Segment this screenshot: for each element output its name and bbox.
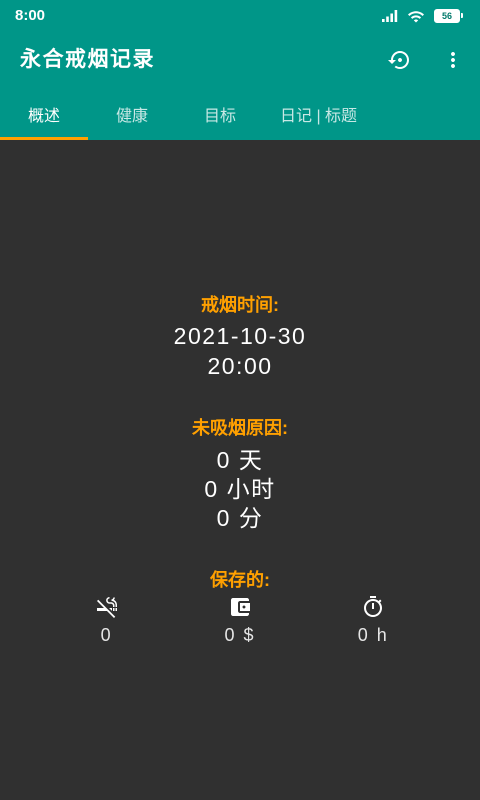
tab-label: 概述 (27, 108, 60, 125)
saved-time-value: 0 h (357, 625, 389, 645)
tab-diary[interactable]: 日记 | 标题 (264, 88, 373, 140)
status-time: 8:00 (15, 7, 46, 24)
more-options-button[interactable] (429, 36, 477, 84)
battery-icon: 56 (434, 9, 463, 23)
restore-button[interactable] (376, 36, 424, 84)
smoke-free-icon (96, 597, 117, 618)
tab-health[interactable]: 健康 (88, 88, 176, 140)
smoke-free-hours: 0 小时 (204, 476, 276, 502)
smoke-free-minutes: 0 分 (216, 505, 264, 531)
app-title: 永合戒烟记录 (20, 48, 155, 71)
tab-goals[interactable]: 目标 (176, 88, 264, 140)
tab-bar: 概述 健康 目标 日记 | 标题 (0, 88, 480, 140)
saved-time: 0 h (307, 595, 440, 647)
status-bar: 8:00 56 (0, 0, 480, 32)
smoke-free-label: 未吸烟原因: (192, 418, 288, 438)
timer-icon (364, 596, 383, 617)
tab-label: 日记 | 标题 (280, 108, 358, 125)
saved-label: 保存的: (210, 570, 270, 590)
saved-money: 0 $ (173, 595, 306, 647)
status-icons: 56 (373, 8, 463, 24)
signal-icon (381, 8, 399, 24)
app-bar: 永合戒烟记录 (0, 32, 480, 88)
saved-money-value: 0 $ (224, 625, 256, 645)
saved-cigarettes-value: 0 (100, 625, 113, 645)
quit-clock: 20:00 (207, 353, 273, 379)
battery-level: 56 (441, 11, 452, 21)
settings-backup-restore-icon (388, 51, 409, 69)
wifi-icon (407, 8, 425, 24)
quit-date: 2021-10-30 (173, 323, 307, 349)
tab-overview[interactable]: 概述 (0, 88, 88, 140)
saved-stats: 0 0 $ 0 h (40, 595, 440, 647)
quit-time-label: 戒烟时间: (201, 295, 279, 315)
more-vert-icon (451, 52, 455, 68)
saved-cigarettes: 0 (40, 595, 173, 647)
wallet-icon (230, 598, 250, 616)
tab-label: 目标 (203, 108, 236, 125)
smoke-free-days: 0 天 (216, 447, 264, 473)
tab-label: 健康 (115, 108, 148, 125)
app-screen: 8:00 56 永合戒烟记录 概述 健康 目标 日记 | 标题 戒烟时间: 20… (0, 0, 480, 800)
